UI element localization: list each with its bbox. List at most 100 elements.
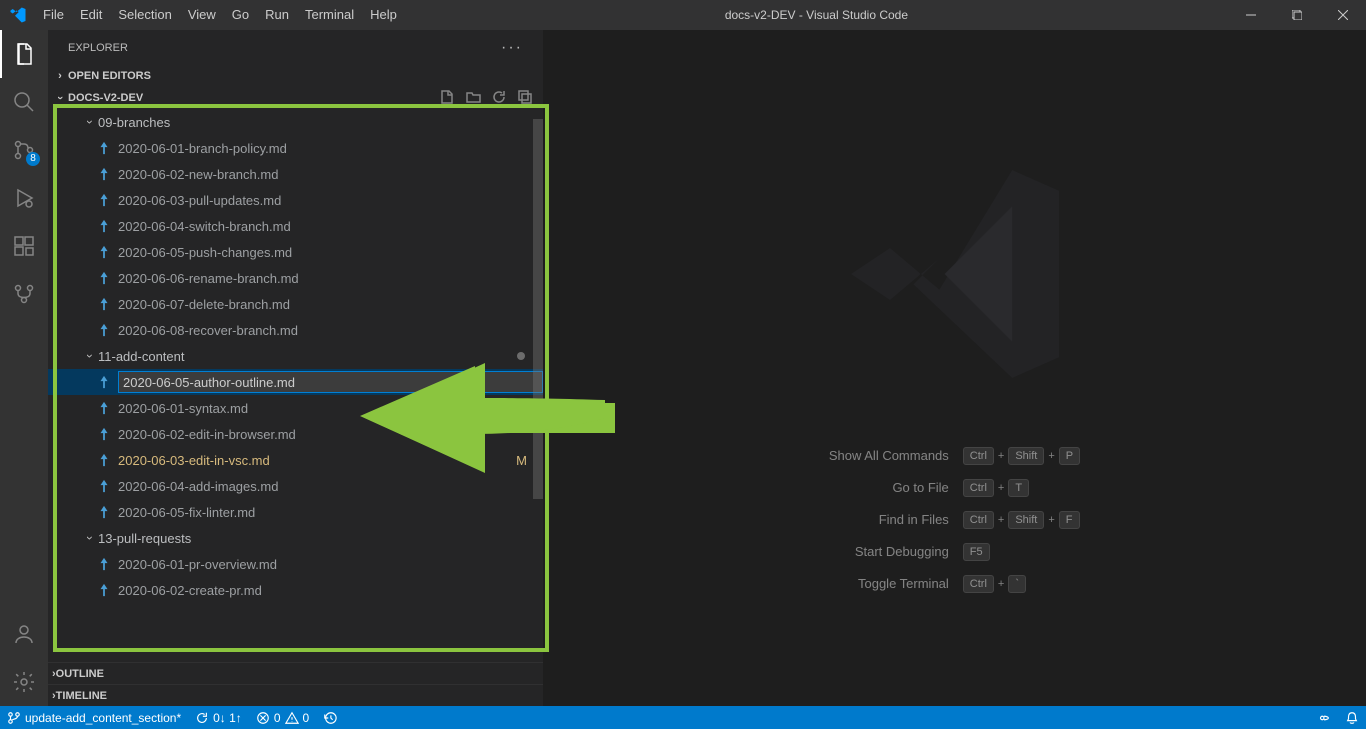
- folder-name: 13-pull-requests: [98, 531, 191, 546]
- chevron-down-icon: ›: [54, 90, 66, 106]
- status-bell-icon[interactable]: [1338, 706, 1366, 729]
- markdown-file-icon: [96, 193, 112, 207]
- markdown-file-icon: [96, 375, 112, 389]
- menu-edit[interactable]: Edit: [72, 0, 110, 30]
- folder-name: 09-branches: [98, 115, 170, 130]
- markdown-file-icon: [96, 167, 112, 181]
- collapse-all-icon[interactable]: [517, 89, 533, 108]
- folder-row[interactable]: ›11-add-content: [48, 343, 543, 369]
- key-icon: Ctrl: [963, 511, 994, 529]
- timeline-label: TIMELINE: [56, 690, 107, 702]
- explorer-sidebar: EXPLORER ··· › OPEN EDITORS › DOCS-V2-DE…: [48, 30, 543, 706]
- folder-row[interactable]: ›13-pull-requests: [48, 525, 543, 551]
- file-row[interactable]: 2020-06-08-recover-branch.md: [48, 317, 543, 343]
- file-row[interactable]: 2020-06-01-pr-overview.md: [48, 551, 543, 577]
- activity-accounts[interactable]: [0, 610, 48, 658]
- file-row[interactable]: 2020-06-01-branch-policy.md: [48, 135, 543, 161]
- status-sync[interactable]: 0↓ 1↑: [188, 706, 249, 729]
- markdown-file-icon: [96, 323, 112, 337]
- minimize-button[interactable]: [1228, 0, 1274, 30]
- new-folder-icon[interactable]: [465, 89, 481, 108]
- file-row[interactable]: 2020-06-03-edit-in-vsc.mdM: [48, 447, 543, 473]
- close-button[interactable]: [1320, 0, 1366, 30]
- menu-bar: File Edit Selection View Go Run Terminal…: [35, 0, 405, 30]
- markdown-file-icon: [96, 271, 112, 285]
- file-name: 2020-06-01-pr-overview.md: [118, 557, 277, 572]
- keyboard-shortcut-list: Show All CommandsCtrl+Shift+PGo to FileC…: [829, 447, 1080, 593]
- new-file-name-input[interactable]: [118, 371, 543, 393]
- file-row[interactable]: 2020-06-07-delete-branch.md: [48, 291, 543, 317]
- shortcut-label: Find in Files: [829, 512, 949, 527]
- activity-bar: 8: [0, 30, 48, 706]
- menu-file[interactable]: File: [35, 0, 72, 30]
- activity-settings[interactable]: [0, 658, 48, 706]
- errors-count: 0: [274, 711, 281, 725]
- key-icon: T: [1008, 479, 1029, 497]
- status-bar: update-add_content_section* 0↓ 1↑ 0 0: [0, 706, 1366, 729]
- file-row[interactable]: 2020-06-05-fix-linter.md: [48, 499, 543, 525]
- activity-run-debug[interactable]: [0, 174, 48, 222]
- outline-section[interactable]: › OUTLINE: [48, 662, 543, 684]
- open-editors-label: OPEN EDITORS: [68, 70, 151, 82]
- warnings-count: 0: [303, 711, 310, 725]
- markdown-file-icon: [96, 453, 112, 467]
- menu-view[interactable]: View: [180, 0, 224, 30]
- key-icon: Shift: [1008, 511, 1044, 529]
- outline-label: OUTLINE: [56, 668, 104, 680]
- status-branch[interactable]: update-add_content_section*: [0, 706, 188, 729]
- chevron-down-icon: ›: [83, 530, 97, 546]
- file-row[interactable]: 2020-06-04-add-images.md: [48, 473, 543, 499]
- file-tree[interactable]: ›09-branches2020-06-01-branch-policy.md2…: [48, 109, 543, 662]
- scm-badge: 8: [26, 152, 40, 166]
- file-row[interactable]: 2020-06-06-rename-branch.md: [48, 265, 543, 291]
- window-controls: [1228, 0, 1366, 30]
- activity-search[interactable]: [0, 78, 48, 126]
- markdown-file-icon: [96, 297, 112, 311]
- window-title: docs-v2-DEV - Visual Studio Code: [405, 8, 1228, 22]
- activity-explorer[interactable]: [0, 30, 48, 78]
- file-row[interactable]: 2020-06-04-switch-branch.md: [48, 213, 543, 239]
- vscode-logo-icon: [0, 6, 35, 24]
- folder-row[interactable]: ›09-branches: [48, 109, 543, 135]
- status-problems[interactable]: 0 0: [249, 706, 316, 729]
- markdown-file-icon: [96, 427, 112, 441]
- file-row[interactable]: 2020-06-03-pull-updates.md: [48, 187, 543, 213]
- timeline-section[interactable]: › TIMELINE: [48, 684, 543, 706]
- markdown-file-icon: [96, 583, 112, 597]
- file-row[interactable]: 2020-06-02-create-pr.md: [48, 577, 543, 603]
- new-file-input-row[interactable]: [48, 369, 543, 395]
- file-name: 2020-06-07-delete-branch.md: [118, 297, 290, 312]
- markdown-file-icon: [96, 557, 112, 571]
- explorer-more-icon[interactable]: ···: [501, 39, 523, 57]
- shortcut-keys: Ctrl+Shift+P: [963, 447, 1080, 465]
- activity-github[interactable]: [0, 270, 48, 318]
- file-row[interactable]: 2020-06-02-edit-in-browser.md: [48, 421, 543, 447]
- new-file-icon[interactable]: [439, 89, 455, 108]
- status-feedback-icon[interactable]: [1310, 706, 1338, 729]
- file-row[interactable]: 2020-06-02-new-branch.md: [48, 161, 543, 187]
- maximize-button[interactable]: [1274, 0, 1320, 30]
- activity-source-control[interactable]: 8: [0, 126, 48, 174]
- markdown-file-icon: [96, 245, 112, 259]
- status-history-icon[interactable]: [316, 706, 344, 729]
- scrollbar-thumb[interactable]: [533, 119, 543, 499]
- markdown-file-icon: [96, 401, 112, 415]
- file-row[interactable]: 2020-06-05-push-changes.md: [48, 239, 543, 265]
- menu-help[interactable]: Help: [362, 0, 405, 30]
- workspace-section[interactable]: › DOCS-V2-DEV: [48, 87, 543, 109]
- workspace-label: DOCS-V2-DEV: [68, 92, 143, 104]
- vscode-watermark-icon: [825, 144, 1085, 407]
- refresh-icon[interactable]: [491, 89, 507, 108]
- menu-selection[interactable]: Selection: [110, 0, 179, 30]
- open-editors-section[interactable]: › OPEN EDITORS: [48, 65, 543, 87]
- activity-extensions[interactable]: [0, 222, 48, 270]
- key-icon: Ctrl: [963, 575, 994, 593]
- branch-name: update-add_content_section*: [25, 711, 181, 725]
- menu-run[interactable]: Run: [257, 0, 297, 30]
- key-icon: Ctrl: [963, 479, 994, 497]
- menu-go[interactable]: Go: [224, 0, 257, 30]
- key-icon: F5: [963, 543, 990, 561]
- file-row[interactable]: 2020-06-01-syntax.md: [48, 395, 543, 421]
- menu-terminal[interactable]: Terminal: [297, 0, 362, 30]
- markdown-file-icon: [96, 505, 112, 519]
